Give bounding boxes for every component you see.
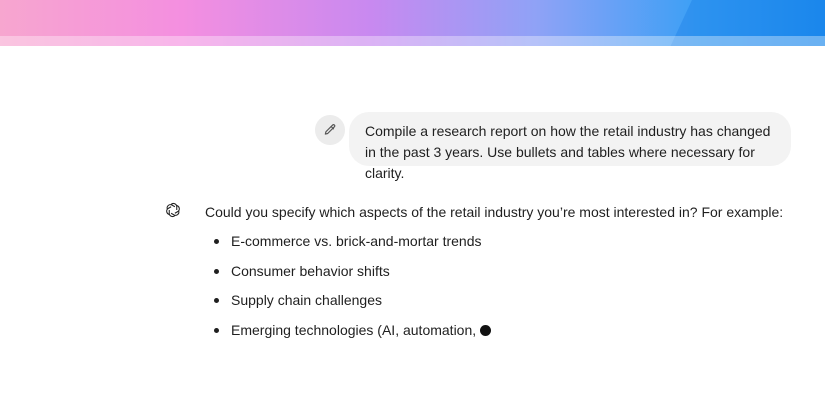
bullet-text: Supply chain challenges xyxy=(231,292,382,308)
bullet-dot xyxy=(214,298,219,303)
aspect-bullet-list: E-commerce vs. brick-and-mortar trends C… xyxy=(205,231,805,340)
openai-logo-icon xyxy=(166,202,180,218)
bullet-dot xyxy=(214,239,219,244)
user-message-text: Compile a research report on how the ret… xyxy=(365,123,771,181)
bullet-text: Emerging technologies (AI, automation, xyxy=(231,321,477,338)
typing-cursor-icon xyxy=(480,324,492,336)
user-message-bubble: Compile a research report on how the ret… xyxy=(349,112,791,181)
top-gradient-banner xyxy=(0,0,825,46)
bullet-dot xyxy=(214,327,219,333)
assistant-intro-text: Could you specify which aspects of the r… xyxy=(205,204,784,220)
bullet-text: Consumer behavior shifts xyxy=(231,262,390,279)
edit-message-button[interactable] xyxy=(315,115,345,145)
list-item: Supply chain challenges xyxy=(205,290,805,310)
bullet-dot xyxy=(214,268,219,274)
assistant-message: Could you specify which aspects of the r… xyxy=(205,202,805,349)
list-item: Consumer behavior shifts xyxy=(205,261,805,281)
list-item: Emerging technologies (AI, automation, xyxy=(205,320,805,340)
banner-sheen xyxy=(664,0,825,46)
bullet-text: E-commerce vs. brick-and-mortar trends xyxy=(231,233,482,249)
pencil-icon xyxy=(324,124,336,135)
list-item: E-commerce vs. brick-and-mortar trends xyxy=(205,231,805,251)
